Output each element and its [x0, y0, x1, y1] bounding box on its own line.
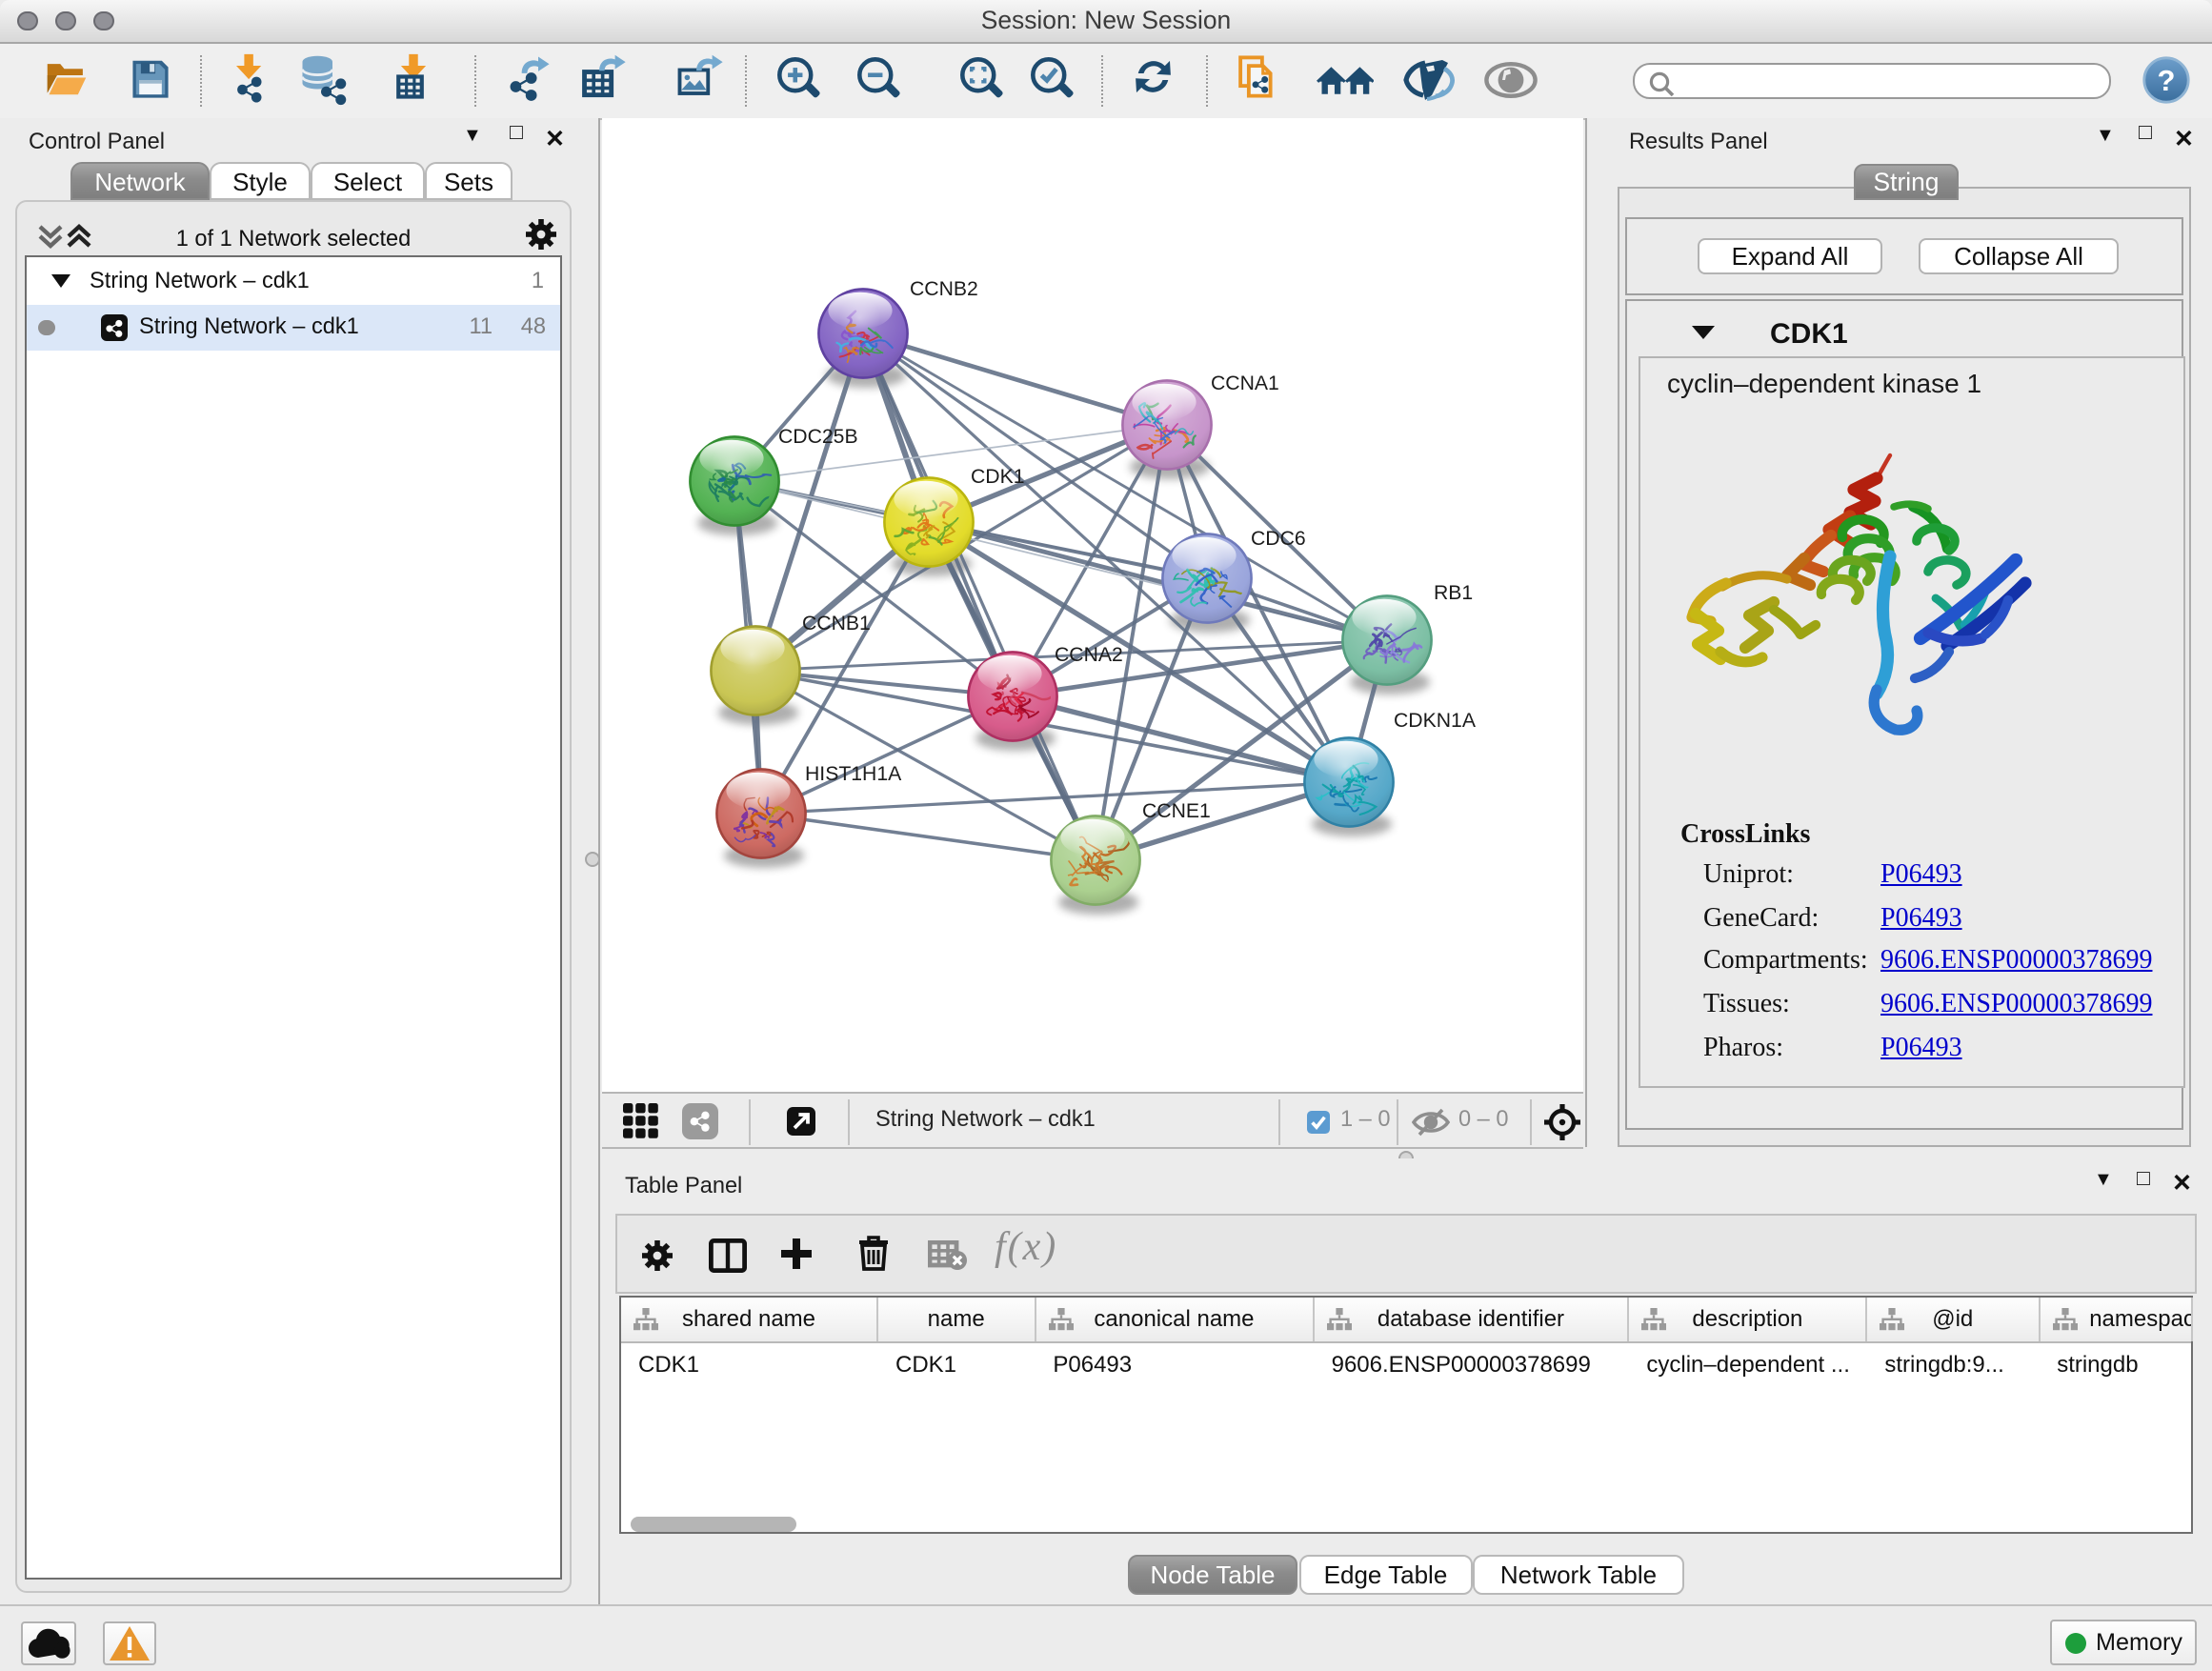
svg-text:RB1: RB1	[1433, 582, 1472, 604]
svg-text:CDC6: CDC6	[1250, 528, 1305, 550]
svg-text:CCNE1: CCNE1	[1141, 800, 1210, 822]
svg-text:CCNA1: CCNA1	[1210, 372, 1278, 394]
svg-text:CDC25B: CDC25B	[777, 426, 857, 448]
svg-text:HIST1H1A: HIST1H1A	[804, 763, 901, 785]
svg-text:CCNB1: CCNB1	[801, 613, 870, 634]
svg-text:CCNB2: CCNB2	[909, 278, 977, 300]
svg-text:CCNA2: CCNA2	[1054, 644, 1122, 666]
svg-text:CDK1: CDK1	[970, 466, 1024, 488]
svg-text:CDKN1A: CDKN1A	[1393, 710, 1476, 732]
svg-text:?: ?	[2158, 64, 2176, 97]
